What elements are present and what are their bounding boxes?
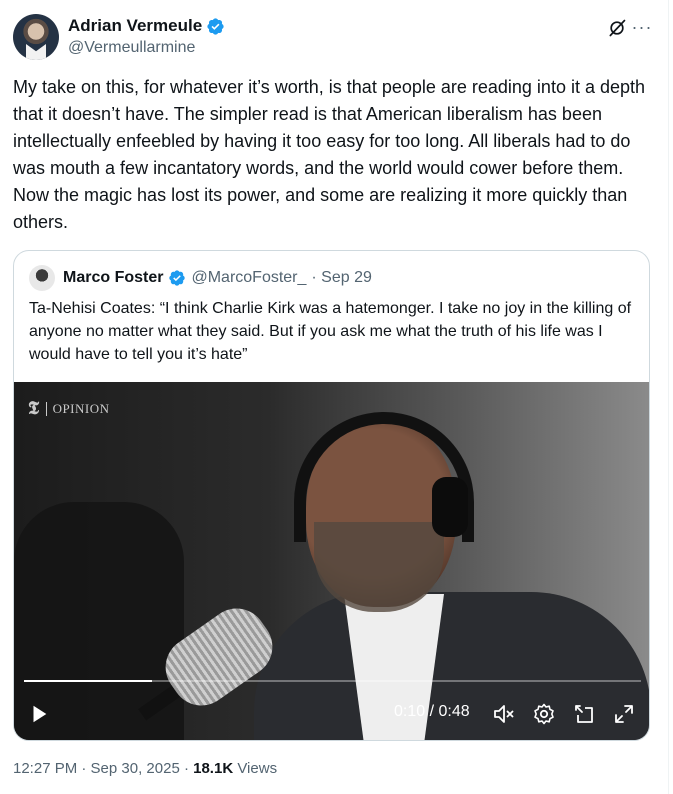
picture-in-picture-icon[interactable] [572, 702, 596, 726]
quoted-author-handle: @MarcoFoster_ [191, 269, 307, 286]
play-icon[interactable] [28, 703, 50, 725]
author-handle[interactable]: @Vermeullarmine [68, 39, 195, 57]
volume-muted-icon[interactable] [492, 702, 516, 726]
video-time: 0:10 / 0:48 [394, 703, 470, 720]
fullscreen-icon[interactable] [612, 702, 636, 726]
video-watermark: 𝕿 OPINION [28, 398, 110, 419]
author-display-name[interactable]: Adrian Vermeule [68, 16, 202, 36]
quoted-tweet-card[interactable]: Marco Foster @MarcoFoster_ · Sep 29 Ta-N… [13, 250, 650, 741]
verified-badge-icon [207, 17, 224, 35]
quoted-author-avatar [29, 265, 55, 291]
video-progress-fill [24, 680, 153, 682]
more-icon[interactable]: ··· [631, 16, 653, 38]
author-name-row: Adrian Vermeule [68, 16, 225, 36]
author-avatar[interactable] [13, 14, 59, 60]
video-progress-bar[interactable] [24, 680, 641, 682]
video-controls: 0:10 / 0:48 [14, 697, 649, 731]
verified-badge-icon [169, 270, 186, 286]
quoted-tweet-header: Marco Foster @MarcoFoster_ · Sep 29 [29, 265, 372, 291]
tweet-footer: 12:27 PM · Sep 30, 2025 · 18.1K Views [13, 760, 277, 777]
settings-gear-icon[interactable] [532, 702, 556, 726]
footer-separator: · [179, 760, 194, 777]
timeline-border [668, 0, 669, 794]
quoted-tweet-date: · Sep 29 [311, 269, 372, 286]
views-count: 18.1K [193, 760, 234, 777]
grok-icon[interactable] [607, 18, 627, 38]
views-label: Views [233, 760, 278, 777]
quoted-tweet-text: Ta-Nehisi Coates: “I think Charlie Kirk … [29, 300, 632, 363]
tweet-timestamp[interactable]: 12:27 PM · Sep 30, 2025 [13, 760, 180, 777]
video-frame-earcup [432, 477, 468, 537]
nyt-logo: 𝕿 [28, 398, 40, 418]
quoted-author-display-name: Marco Foster [63, 269, 164, 286]
watermark-divider [45, 401, 47, 416]
watermark-label: OPINION [52, 400, 110, 416]
tweet-text: My take on this, for whatever it’s worth… [13, 77, 646, 232]
tweet-header: Adrian Vermeule @Vermeullarmine ··· [13, 12, 653, 62]
video-player[interactable]: 𝕿 OPINION 0:10 / 0:48 [14, 382, 649, 740]
